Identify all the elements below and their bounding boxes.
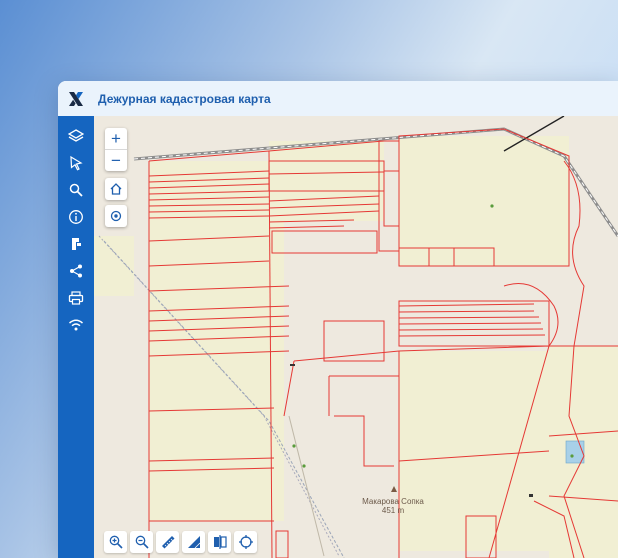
fragment-icon: [72, 237, 81, 250]
share-button[interactable]: [58, 257, 94, 284]
online-button[interactable]: [58, 311, 94, 338]
zoom-out-button[interactable]: −: [105, 149, 127, 171]
locate-icon: [110, 210, 122, 222]
zoom-controls: + −: [105, 128, 127, 171]
compare-button[interactable]: [208, 531, 231, 553]
place-elevation: 451 m: [381, 506, 405, 515]
zoom-out-area-button[interactable]: [130, 531, 153, 553]
home-icon: [110, 183, 122, 195]
search-icon: [69, 183, 83, 197]
layers-icon: [68, 128, 84, 142]
cursor-icon: [70, 155, 83, 170]
left-toolbar: [58, 116, 94, 558]
print-button[interactable]: [58, 284, 94, 311]
wifi-icon: [69, 319, 83, 330]
place-name: Макарова Сопка: [362, 497, 424, 506]
zoom-in-button[interactable]: +: [105, 128, 127, 149]
ruler-button[interactable]: [156, 531, 179, 553]
home-button[interactable]: [105, 178, 127, 200]
select-button[interactable]: [58, 149, 94, 176]
info-button[interactable]: [58, 203, 94, 230]
fragment-button[interactable]: [58, 230, 94, 257]
app-logo-icon[interactable]: [66, 89, 86, 109]
layers-button[interactable]: [58, 122, 94, 149]
ruler-icon: [161, 536, 174, 549]
map-toolbar: [104, 531, 257, 555]
crosshair-icon: [238, 535, 253, 549]
peak-marker: [391, 486, 397, 492]
zoom-out-area-icon: [135, 535, 149, 549]
search-button[interactable]: [58, 176, 94, 203]
compare-icon: [213, 535, 227, 549]
place-label: Макарова Сопка 451 m: [362, 497, 424, 515]
title-bar: Дежурная кадастровая карта: [58, 81, 618, 116]
share-icon: [70, 264, 82, 277]
cadastral-map[interactable]: Макарова Сопка 451 m + −: [94, 116, 618, 558]
area-measure-icon: [187, 536, 200, 549]
info-icon: [69, 209, 83, 224]
map-canvas[interactable]: [94, 116, 618, 558]
app-title: Дежурная кадастровая карта: [98, 91, 271, 106]
locate-button[interactable]: [105, 205, 127, 227]
area-measure-button[interactable]: [182, 531, 205, 553]
crosshair-button[interactable]: [234, 531, 257, 553]
zoom-in-area-button[interactable]: [104, 531, 127, 553]
app-window: Дежурная кадастровая карта Макарова Сопк…: [58, 81, 618, 558]
zoom-in-area-icon: [109, 535, 123, 549]
print-icon: [68, 290, 84, 305]
